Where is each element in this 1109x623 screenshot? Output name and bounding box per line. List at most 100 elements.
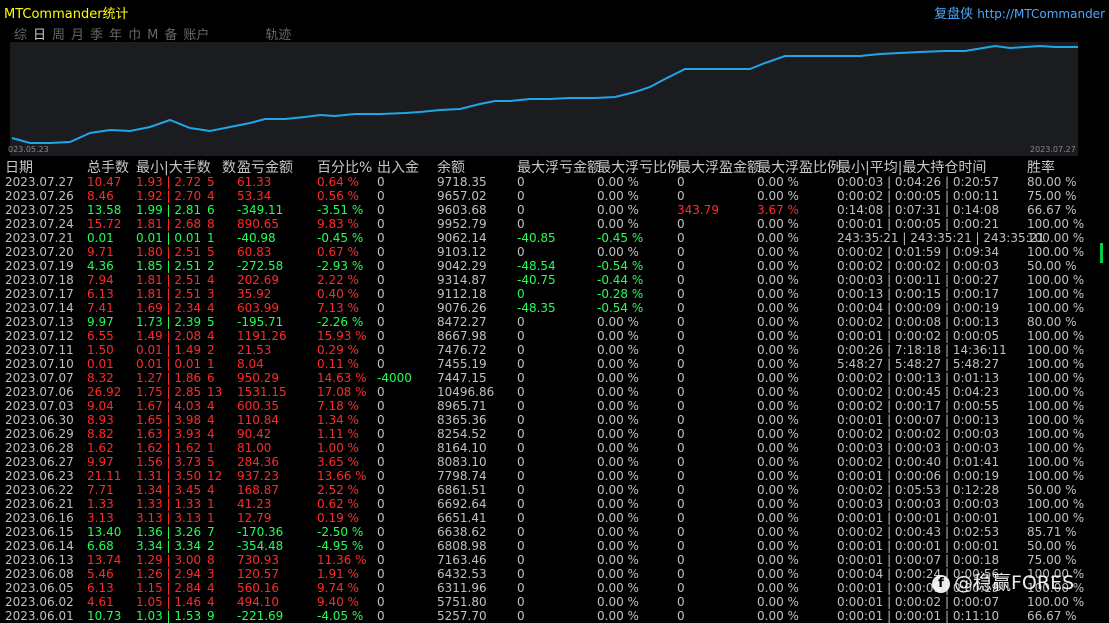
table-row[interactable]: 2023.06.02 4.61 1.05 | 1.46 4 494.10 9.40 % 0 5…	[0, 595, 1109, 609]
brand-link[interactable]: 复盘侠 http://MTCommander	[934, 3, 1105, 22]
table-row[interactable]: 2023.07.12 6.55 1.49 | 2.08 4 1191.26 15.93 %…	[0, 329, 1109, 343]
cell-fp: 0	[677, 497, 685, 511]
cell-pl: -170.36	[237, 525, 284, 539]
cell-bal: 7455.19	[437, 357, 487, 371]
cell-date: 2023.07.21	[5, 231, 74, 245]
tab-9[interactable]: 账户	[183, 28, 209, 43]
table-row[interactable]: 2023.06.01 10.73 1.03 | 1.53 9 -221.69 -4.05 …	[0, 609, 1109, 623]
col-hold-time[interactable]: 最小|平均|最大持仓时间	[837, 157, 986, 176]
col-profit[interactable]: 盈亏金额	[237, 157, 293, 176]
col-max-float-loss-pct[interactable]: 最大浮亏比例	[597, 157, 681, 176]
cell-pct: 3.65 %	[317, 455, 359, 469]
cell-date: 2023.07.14	[5, 301, 74, 315]
table-row[interactable]: 2023.06.14 6.68 3.34 | 3.34 2 -354.48 -4.95 %…	[0, 539, 1109, 553]
tab-1[interactable]: 日	[33, 28, 46, 43]
cell-io: 0	[377, 231, 385, 245]
cell-pl: -221.69	[237, 609, 284, 623]
col-min-max-lots[interactable]: 最小|大手数	[136, 157, 211, 176]
cell-flp: 0.00 %	[597, 357, 639, 371]
cell-fpp: 0.00 %	[757, 595, 799, 609]
tab-4[interactable]: 季	[90, 28, 103, 43]
table-row[interactable]: 2023.07.13 9.97 1.73 | 2.39 5 -195.71 -2.26 %…	[0, 315, 1109, 329]
table-row[interactable]: 2023.07.27 10.47 1.93 | 2.72 5 61.33 0.64 % 0 9…	[0, 175, 1109, 189]
period-tabs: 综日周月季年巾 M 备账户 轨迹	[14, 24, 297, 43]
cell-fpp: 0.00 %	[757, 273, 799, 287]
tab-5[interactable]: 年	[109, 28, 122, 43]
tab-0[interactable]: 综	[14, 28, 27, 43]
table-row[interactable]: 2023.07.06 26.92 1.75 | 2.85 13 1531.15 17.08…	[0, 385, 1109, 399]
table-row[interactable]: 2023.06.29 8.82 1.63 | 3.93 4 90.42 1.11 % 0 82…	[0, 427, 1109, 441]
col-max-float-profit-pct[interactable]: 最大浮盈比例	[757, 157, 841, 176]
table-row[interactable]: 2023.06.15 13.40 1.36 | 3.26 7 -170.36 -2.50 …	[0, 525, 1109, 539]
brand-url[interactable]: http://MTCommander	[977, 7, 1105, 21]
tab-7[interactable]: M	[147, 28, 158, 43]
tab-10[interactable]: 轨迹	[265, 28, 291, 43]
col-max-float-loss[interactable]: 最大浮亏金额	[517, 157, 601, 176]
cell-fp: 0	[677, 385, 685, 399]
table-row[interactable]: 2023.07.26 8.46 1.92 | 2.70 4 53.34 0.56 % 0 96…	[0, 189, 1109, 203]
col-percent[interactable]: 百分比%	[317, 157, 372, 176]
cell-wr: 100.00 %	[1027, 287, 1085, 301]
cell-ht: 0:00:03 | 0:04:26 | 0:20:57	[837, 175, 1000, 189]
table-row[interactable]: 2023.06.28 1.62 1.62 | 1.62 1 81.00 1.00 % 0 81…	[0, 441, 1109, 455]
cell-pct: 7.18 %	[317, 399, 359, 413]
tab-6[interactable]: 巾	[128, 28, 141, 43]
table-row[interactable]: 2023.06.23 21.11 1.31 | 3.50 12 937.23 13.66 …	[0, 469, 1109, 483]
cell-fl: 0	[517, 427, 525, 441]
cell-fl: 0	[517, 567, 525, 581]
cell-flp: 0.00 %	[597, 567, 639, 581]
cell-ht: 0:00:02 | 0:00:17 | 0:00:55	[837, 399, 1000, 413]
cell-date: 2023.07.03	[5, 399, 74, 413]
col-total-lots[interactable]: 总手数	[87, 157, 129, 176]
table-row[interactable]: 2023.06.30 8.93 1.65 | 3.98 4 110.84 1.34 % 0 8…	[0, 413, 1109, 427]
cell-bal: 10496.86	[437, 385, 495, 399]
table-row[interactable]: 2023.07.17 6.13 1.81 | 2.51 3 35.92 0.40 % 0 91…	[0, 287, 1109, 301]
col-date[interactable]: 日期	[5, 157, 33, 176]
cell-pl: 890.65	[237, 217, 279, 231]
table-row[interactable]: 2023.07.14 7.41 1.69 | 2.34 4 603.99 7.13 % 0 9…	[0, 301, 1109, 315]
cell-lots: 4.61	[87, 595, 114, 609]
cell-lots: 5.46	[87, 567, 114, 581]
table-row[interactable]: 2023.07.20 9.71 1.80 | 2.51 5 60.83 0.67 % 0 91…	[0, 245, 1109, 259]
table-row[interactable]: 2023.06.13 13.74 1.29 | 3.00 8 730.93 11.36 %…	[0, 553, 1109, 567]
table-row[interactable]: 2023.06.16 3.13 3.13 | 3.13 1 12.79 0.19 % 0 66…	[0, 511, 1109, 525]
cell-wr: 85.71 %	[1027, 525, 1077, 539]
col-winrate[interactable]: 胜率	[1027, 157, 1055, 176]
tab-8[interactable]: 备	[164, 28, 177, 43]
table-row[interactable]: 2023.07.25 13.58 1.99 | 2.81 6 -349.11 -3.51 …	[0, 203, 1109, 217]
cell-ht: 0:00:01 | 0:00:01 | 0:11:10	[837, 609, 1000, 623]
col-inout[interactable]: 出入金	[377, 157, 419, 176]
tab-2[interactable]: 周	[52, 28, 65, 43]
table-row[interactable]: 2023.07.03 9.04 1.67 | 4.03 4 600.35 7.18 % 0 8…	[0, 399, 1109, 413]
table-row[interactable]: 2023.07.24 15.72 1.81 | 2.68 8 890.65 9.83 % 0…	[0, 217, 1109, 231]
table-row[interactable]: 2023.07.07 8.32 1.27 | 1.86 6 950.29 14.63 % -…	[0, 371, 1109, 385]
table-row[interactable]: 2023.07.19 4.36 1.85 | 2.51 2 -272.58 -2.93 %…	[0, 259, 1109, 273]
cell-fp: 0	[677, 525, 685, 539]
cell-io: 0	[377, 469, 385, 483]
table-row[interactable]: 2023.06.22 7.71 1.34 | 3.45 4 168.87 2.52 % 0 6…	[0, 483, 1109, 497]
tab-3[interactable]: 月	[71, 28, 84, 43]
cell-io: 0	[377, 595, 385, 609]
table-row[interactable]: 2023.06.21 1.33 1.33 | 1.33 1 41.23 0.62 % 0 66…	[0, 497, 1109, 511]
col-max-float-profit[interactable]: 最大浮盈金额	[677, 157, 761, 176]
cell-fl: 0	[517, 469, 525, 483]
cell-flp: 0.00 %	[597, 343, 639, 357]
table-row[interactable]: 2023.07.11 1.50 0.01 | 1.49 2 21.53 0.29 % 0 74…	[0, 343, 1109, 357]
cell-fp: 0	[677, 301, 685, 315]
facebook-icon: f	[932, 574, 950, 593]
cell-n: 4	[207, 427, 215, 441]
cell-pct: -4.95 %	[317, 539, 364, 553]
table-row[interactable]: 2023.07.18 7.94 1.81 | 2.51 4 202.69 2.22 % 0 9…	[0, 273, 1109, 287]
cell-ht: 0:00:01 | 0:00:07 | 0:00:13	[837, 413, 1000, 427]
col-count[interactable]: 数	[222, 157, 236, 176]
cell-date: 2023.07.12	[5, 329, 74, 343]
col-balance[interactable]: 余额	[437, 157, 465, 176]
cell-n: 6	[207, 371, 215, 385]
table-row[interactable]: 2023.06.27 9.97 1.56 | 3.73 5 284.36 3.65 % 0 8…	[0, 455, 1109, 469]
cell-n: 9	[207, 609, 215, 623]
cell-flp: -0.54 %	[597, 259, 644, 273]
table-row[interactable]: 2023.07.10 0.01 0.01 | 0.01 1 8.04 0.11 % 0 745…	[0, 357, 1109, 371]
table-row[interactable]: 2023.07.21 0.01 0.01 | 0.01 1 -40.98 -0.45 % 0…	[0, 231, 1109, 245]
cell-lots: 21.11	[87, 469, 122, 483]
cell-io: 0	[377, 427, 385, 441]
